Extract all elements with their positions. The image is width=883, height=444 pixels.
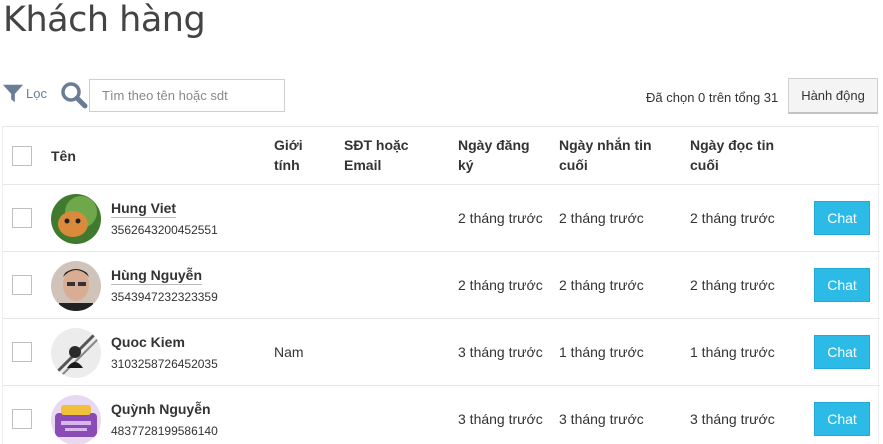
customer-phone: 3103258726452035 <box>111 357 218 371</box>
column-header-gender: Giới tính <box>274 137 303 173</box>
avatar <box>51 194 101 244</box>
customer-phone: 4837728199586140 <box>111 424 218 438</box>
customer-phone: 3543947232323359 <box>111 290 218 304</box>
chat-button[interactable]: Chat <box>814 335 870 369</box>
column-header-last-message: Ngày nhắn tin cuối <box>559 137 652 173</box>
registered-date: 3 tháng trước <box>458 411 543 427</box>
select-all-checkbox[interactable] <box>12 146 32 166</box>
filter-icon <box>2 84 24 103</box>
registered-date: 2 tháng trước <box>458 277 543 293</box>
table-row: Hung Viet 3562643200452551 2 tháng trước… <box>3 185 880 252</box>
registered-date: 2 tháng trước <box>458 210 543 226</box>
customer-name[interactable]: Quỳnh Nguyễn <box>111 401 211 418</box>
table-row: Quỳnh Nguyễn 4837728199586140 3 tháng tr… <box>3 386 880 444</box>
registered-date: 3 tháng trước <box>458 344 543 360</box>
column-header-last-read: Ngày đọc tin cuối <box>690 137 775 173</box>
chat-button[interactable]: Chat <box>814 201 870 235</box>
row-checkbox[interactable] <box>12 208 32 228</box>
page-title: Khách hàng <box>3 0 206 40</box>
toolbar: Lọc Đã chọn 0 trên tổng 31 Hành động <box>0 78 883 114</box>
search-icon[interactable] <box>60 81 88 109</box>
table-header-row: Tên Giới tính SĐT hoặc Email Ngày đăng k… <box>3 127 880 185</box>
last-read-date: 2 tháng trước <box>690 210 775 226</box>
column-header-registered: Ngày đăng ký <box>458 137 530 173</box>
filter-label: Lọc <box>26 85 47 101</box>
last-message-date: 1 tháng trước <box>559 344 644 360</box>
customer-table: Tên Giới tính SĐT hoặc Email Ngày đăng k… <box>2 126 880 444</box>
table-row: Hùng Nguyễn 3543947232323359 2 tháng trư… <box>3 252 880 319</box>
filter-button[interactable]: Lọc <box>2 82 47 104</box>
chat-button[interactable]: Chat <box>814 402 870 436</box>
action-button[interactable]: Hành động <box>788 78 878 114</box>
column-header-contact: SĐT hoặc Email <box>344 137 409 173</box>
row-checkbox[interactable] <box>12 342 32 362</box>
row-checkbox[interactable] <box>12 409 32 429</box>
column-header-name: Tên <box>51 148 76 164</box>
customer-phone: 3562643200452551 <box>111 223 218 237</box>
chat-button[interactable]: Chat <box>814 268 870 302</box>
customer-name[interactable]: Hùng Nguyễn <box>111 267 202 285</box>
last-read-date: 1 tháng trước <box>690 344 775 360</box>
search-input[interactable] <box>89 79 285 112</box>
avatar <box>51 395 101 444</box>
row-checkbox[interactable] <box>12 275 32 295</box>
table-row: Quoc Kiem 3103258726452035 Nam 3 tháng t… <box>3 319 880 386</box>
last-message-date: 2 tháng trước <box>559 277 644 293</box>
last-message-date: 2 tháng trước <box>559 210 644 226</box>
avatar <box>51 261 101 311</box>
customer-gender: Nam <box>274 344 304 360</box>
customer-name[interactable]: Hung Viet <box>111 200 177 218</box>
customer-name[interactable]: Quoc Kiem <box>111 334 185 351</box>
selection-count: Đã chọn 0 trên tổng 31 <box>646 90 779 105</box>
last-message-date: 3 tháng trước <box>559 411 644 427</box>
avatar <box>51 328 101 378</box>
last-read-date: 2 tháng trước <box>690 277 775 293</box>
last-read-date: 3 tháng trước <box>690 411 775 427</box>
